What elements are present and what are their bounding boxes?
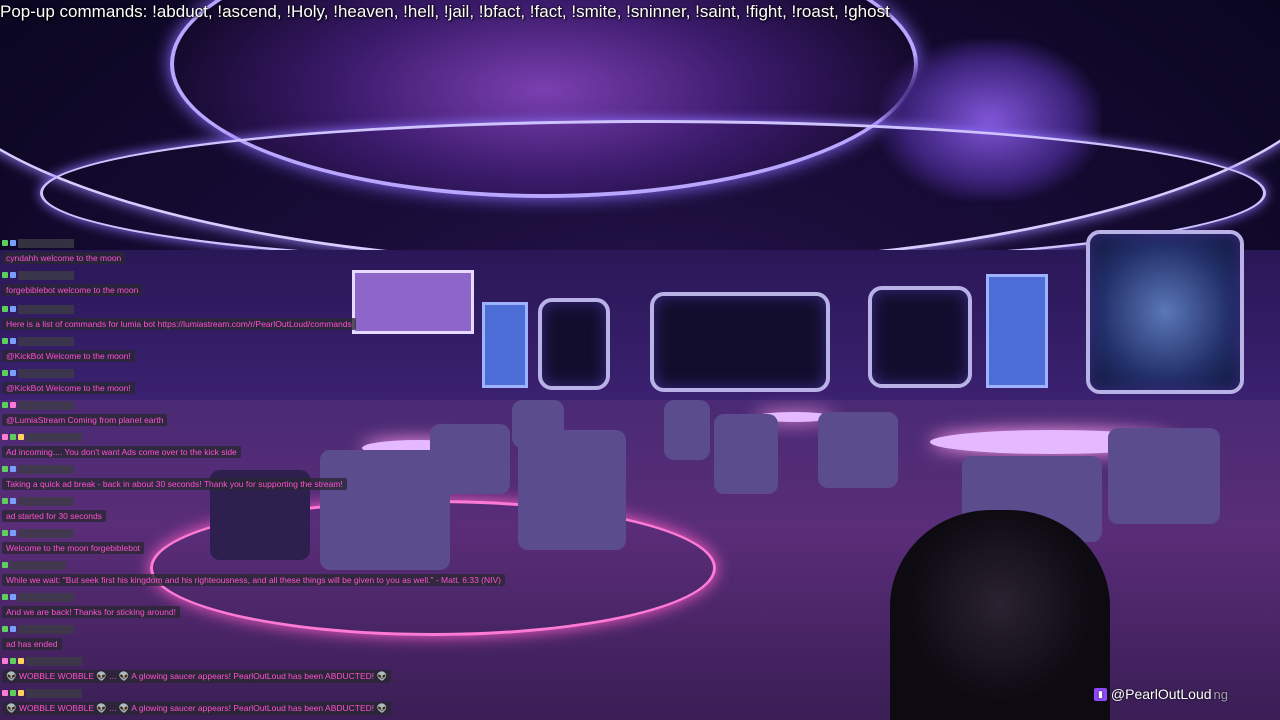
window (868, 286, 972, 388)
message-text: And we are back! Thanks for sticking aro… (2, 606, 180, 618)
window (650, 292, 830, 392)
message-text: While we wait: "But seek first his kingd… (2, 574, 506, 586)
badge-icon (10, 594, 16, 600)
message-text: Welcome to the moon forgebiblebot (2, 542, 145, 554)
handle-text: @PearlOutLoud (1110, 686, 1212, 702)
badge-icon (2, 562, 8, 568)
chair (714, 414, 778, 494)
badge-icon (2, 402, 8, 408)
blue-panel (986, 274, 1048, 388)
chat-message: And we are back! Thanks for sticking aro… (2, 592, 180, 620)
username (18, 400, 74, 410)
badge-icon (10, 370, 16, 376)
message-text: cyndahh welcome to the moon (2, 252, 126, 264)
badge-icon (2, 530, 8, 536)
username (26, 656, 82, 666)
chat-message: Ad incoming.... You don't want Ads come … (2, 432, 241, 460)
badge-icon (2, 338, 8, 344)
username (18, 238, 74, 248)
badge-icon (2, 498, 8, 504)
nebula-window-large (1086, 230, 1244, 394)
username (18, 304, 74, 314)
badge-icon (18, 658, 24, 664)
badge-icon (2, 272, 8, 278)
badge-icon (10, 530, 16, 536)
message-text: Here is a list of commands for lumia bot… (2, 318, 356, 330)
username (26, 432, 82, 442)
badge-icon (10, 402, 16, 408)
webcam-overlay (890, 510, 1110, 720)
badge-icon (2, 466, 8, 472)
message-text: Taking a quick ad break - back in about … (2, 478, 347, 490)
message-text: ad has ended (2, 638, 62, 650)
badge-icon (10, 272, 16, 278)
window (538, 298, 610, 390)
badge-icon (2, 690, 8, 696)
message-text: 👽 WOBBLE WOBBLE 👽 ... 👽 A glowing saucer… (2, 670, 392, 683)
chat-message: @KickBot Welcome to the moon! (2, 368, 135, 396)
username (18, 270, 74, 280)
chair (512, 400, 564, 448)
chat-message: 👽 WOBBLE WOBBLE 👽 ... 👽 A glowing saucer… (2, 688, 392, 716)
badge-icon (10, 690, 16, 696)
badge-icon (2, 594, 8, 600)
chat-message: Here is a list of commands for lumia bot… (2, 304, 356, 332)
username (26, 688, 82, 698)
blue-panel (482, 302, 528, 388)
message-text: 👽 WOBBLE WOBBLE 👽 ... 👽 A glowing saucer… (2, 702, 392, 715)
badge-icon (10, 658, 16, 664)
lower-light-ring (40, 120, 1266, 266)
message-text: @KickBot Welcome to the moon! (2, 382, 135, 394)
username (10, 560, 66, 570)
space-lounge-background (0, 0, 1280, 720)
badge-icon (2, 658, 8, 664)
badge-icon (2, 370, 8, 376)
chat-message: While we wait: "But seek first his kingd… (2, 560, 506, 588)
badge-icon (18, 434, 24, 440)
badge-icon (10, 466, 16, 472)
chat-message: Taking a quick ad break - back in about … (2, 464, 347, 492)
badge-icon (2, 240, 8, 246)
chat-message: ad started for 30 seconds (2, 496, 106, 524)
message-text: @KickBot Welcome to the moon! (2, 350, 135, 362)
message-text: ad started for 30 seconds (2, 510, 106, 522)
popup-commands-banner: Pop-up commands: !abduct, !ascend, !Holy… (0, 2, 890, 21)
username (18, 592, 74, 602)
badge-icon (10, 306, 16, 312)
badge-icon (18, 690, 24, 696)
message-text: @LumiaStream Coming from planet earth (2, 414, 168, 426)
badge-icon (10, 434, 16, 440)
badge-icon (10, 498, 16, 504)
username (18, 336, 74, 346)
username (18, 496, 74, 506)
chat-message: forgebiblebot welcome to the moon (2, 270, 143, 298)
streamer-handle: ▮ @PearlOutLoud ng (1093, 686, 1228, 702)
chat-message: 👽 WOBBLE WOBBLE 👽 ... 👽 A glowing saucer… (2, 656, 392, 684)
handle-trailing-text: ng (1213, 686, 1228, 702)
badge-icon (10, 240, 16, 246)
chat-message: ad has ended (2, 624, 74, 652)
chair (818, 412, 898, 488)
chair (518, 430, 626, 550)
wall-screen (352, 270, 474, 334)
message-text: Ad incoming.... You don't want Ads come … (2, 446, 241, 458)
username (18, 528, 74, 538)
chat-message: @KickBot Welcome to the moon! (2, 336, 135, 364)
badge-icon (2, 306, 8, 312)
chat-message: cyndahh welcome to the moon (2, 238, 126, 266)
username (18, 624, 74, 634)
chair (430, 424, 510, 494)
twitch-icon: ▮ (1093, 687, 1107, 701)
badge-icon (10, 626, 16, 632)
badge-icon (2, 626, 8, 632)
chair (664, 400, 710, 460)
chat-message: Welcome to the moon forgebiblebot (2, 528, 145, 556)
chat-message: @LumiaStream Coming from planet earth (2, 400, 168, 428)
badge-icon (10, 338, 16, 344)
username (18, 368, 74, 378)
message-text: forgebiblebot welcome to the moon (2, 284, 143, 296)
badge-icon (2, 434, 8, 440)
chair (1108, 428, 1220, 524)
username (18, 464, 74, 474)
